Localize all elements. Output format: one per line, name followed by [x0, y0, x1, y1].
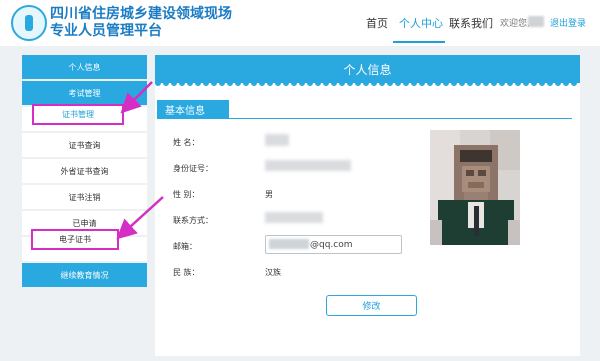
nav-active-indicator [393, 41, 445, 43]
gender-label: 性 别： [173, 190, 200, 199]
sidebar: 个人信息 考试管理 证书查询 外省证书查询 证书注销 已申请 继续教育情况 [22, 55, 147, 289]
name-label: 姓 名： [173, 138, 200, 147]
sidebar-item-personal-info[interactable]: 个人信息 [22, 55, 147, 79]
site-title-line1: 四川省住房城乡建设领域现场 [50, 6, 232, 22]
logout-link[interactable]: 退出登录 [550, 16, 586, 29]
nav-personal-center[interactable]: 个人中心 [399, 0, 443, 46]
gender-value: 男 [265, 190, 273, 199]
header: 四川省住房城乡建设领域现场 专业人员管理平台 首页 个人中心 联系我们 欢迎您,… [0, 0, 600, 46]
username-redacted [528, 16, 544, 27]
logo-icon [11, 5, 47, 41]
panel-title: 个人信息 [155, 55, 580, 83]
nav-contact[interactable]: 联系我们 [449, 0, 493, 46]
section-divider [157, 118, 572, 119]
sidebar-item-exam-management[interactable]: 考试管理 [22, 81, 147, 105]
edit-button[interactable]: 修改 [326, 295, 417, 316]
sidebar-item-certificate-management[interactable]: 证书管理 [32, 104, 124, 125]
email-label: 邮箱： [173, 242, 197, 251]
sidebar-item-continuing-education[interactable]: 继续教育情况 [22, 263, 147, 287]
contact-value-redacted [265, 212, 323, 223]
panel-title-scallop [155, 83, 580, 89]
main-panel: 个人信息 基本信息 姓 名： 身份证号： 性 别： 男 联系方式： 邮箱： @q… [155, 55, 580, 356]
id-value-redacted [265, 160, 351, 171]
id-label: 身份证号： [173, 164, 213, 173]
contact-label: 联系方式： [173, 216, 213, 225]
sidebar-item-certificate-query[interactable]: 证书查询 [22, 133, 147, 157]
sidebar-item-e-certificate[interactable]: 电子证书 [31, 229, 119, 250]
welcome-text: 欢迎您, [500, 19, 530, 29]
email-prefix-redacted [269, 239, 309, 249]
site-title: 四川省住房城乡建设领域现场 专业人员管理平台 [50, 6, 232, 40]
ethnicity-label: 民 族： [173, 268, 200, 277]
section-heading: 基本信息 [157, 100, 229, 118]
ethnicity-value: 汉族 [265, 268, 281, 277]
photo [430, 130, 520, 245]
site-title-line2: 专业人员管理平台 [50, 23, 162, 39]
sidebar-item-other-province-query[interactable]: 外省证书查询 [22, 159, 147, 183]
name-value-redacted [265, 134, 289, 146]
sidebar-item-certificate-cancel[interactable]: 证书注销 [22, 185, 147, 209]
nav-home[interactable]: 首页 [366, 0, 388, 46]
